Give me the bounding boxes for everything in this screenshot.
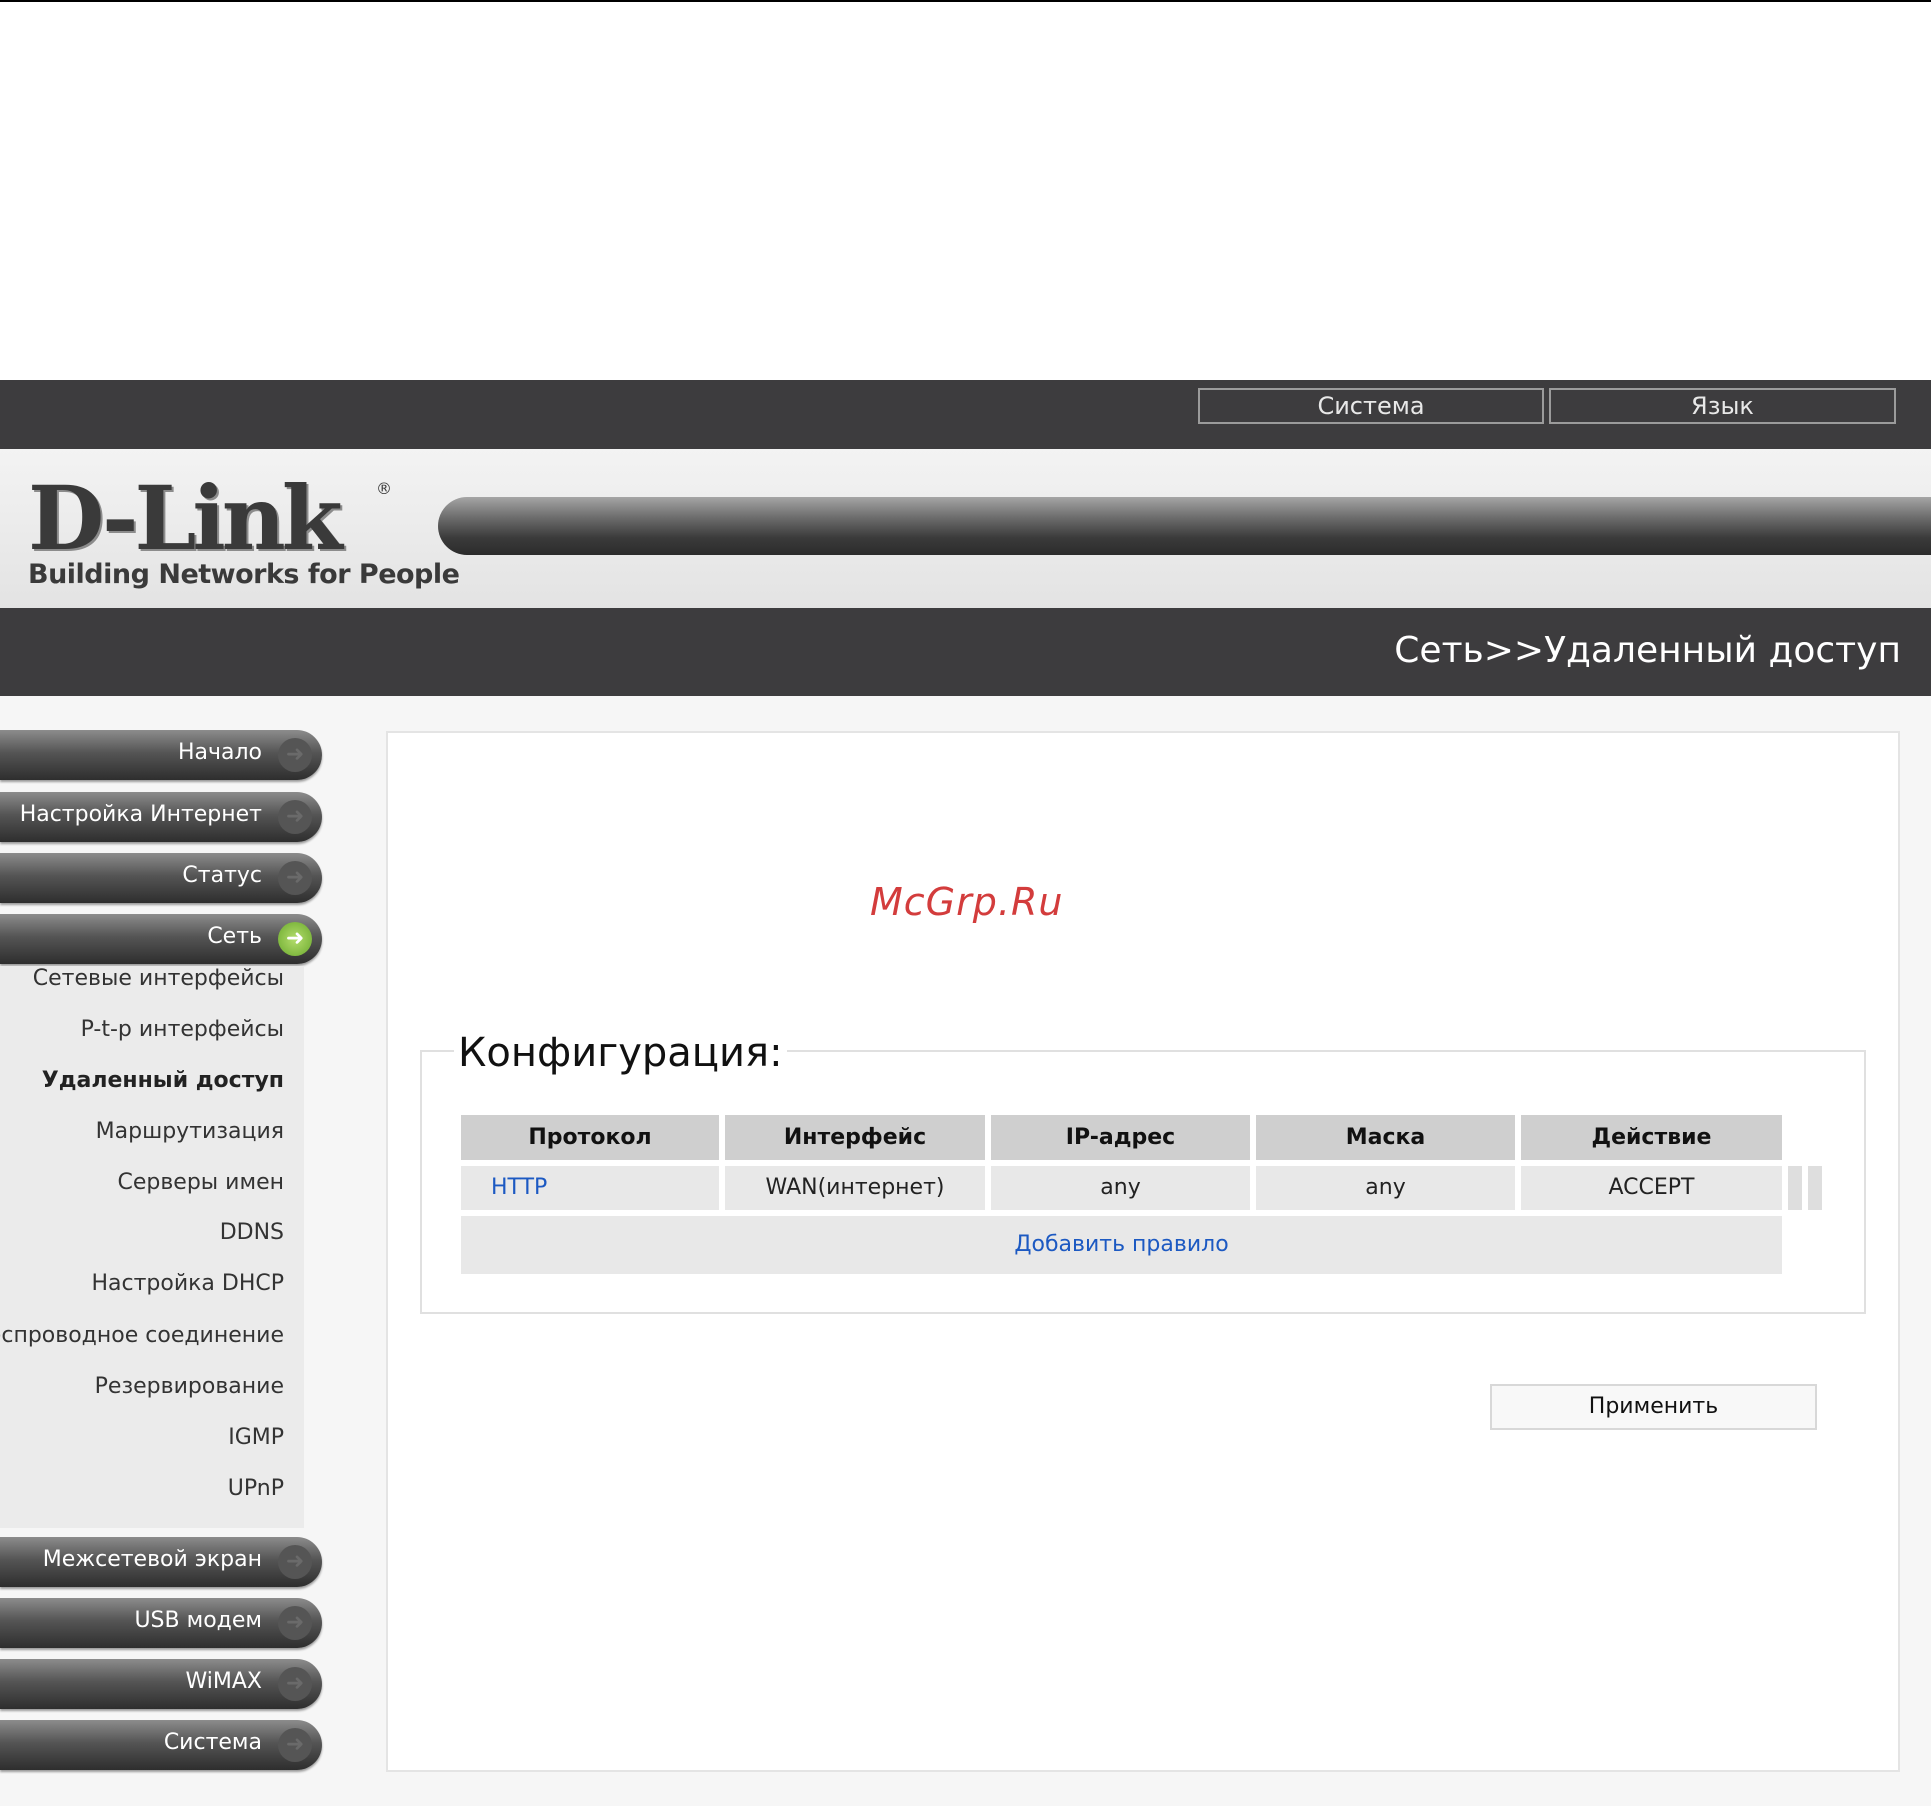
row-handle <box>1788 1166 1802 1210</box>
arrow-right-icon: ➜ <box>278 1667 312 1701</box>
submenu-item-igmp[interactable]: IGMP <box>228 1425 284 1450</box>
menu-item-label: Настройка Интернет <box>19 802 262 827</box>
watermark: McGrp.Ru <box>870 880 1064 924</box>
page-top-rule <box>0 0 1931 2</box>
submenu-item-network-interfaces[interactable]: Сетевые интерфейсы <box>33 966 284 991</box>
menu-item-label: WiMAX <box>185 1669 262 1694</box>
submenu-item-ddns[interactable]: DDNS <box>220 1220 284 1245</box>
breadcrumb-bar: Сеть>>Удаленный доступ <box>0 608 1931 696</box>
menu-item-label: Начало <box>177 740 262 765</box>
menu-item-label: Межсетевой экран <box>42 1547 262 1572</box>
top-bar: Система Язык <box>0 380 1931 449</box>
menu-item-wimax[interactable]: WiMAX ➜ <box>0 1659 322 1709</box>
arrow-right-icon: ➜ <box>278 1606 312 1640</box>
submenu-item-wireless[interactable]: Беспроводное соединение <box>0 1323 284 1348</box>
arrow-right-icon: ➜ <box>278 1545 312 1579</box>
submenu-item-name-servers[interactable]: Серверы имен <box>117 1170 284 1195</box>
rule-interface-cell: WAN(интернет) <box>725 1166 985 1210</box>
submenu-item-routing[interactable]: Маршрутизация <box>96 1119 284 1144</box>
menu-item-internet-setup[interactable]: Настройка Интернет ➜ <box>0 792 322 842</box>
column-header-interface: Интерфейс <box>725 1115 985 1160</box>
column-header-ip: IP-адрес <box>991 1115 1250 1160</box>
menu-item-network[interactable]: Сеть ➜ <box>0 914 322 964</box>
registered-mark: ® <box>376 479 392 498</box>
network-submenu: Сетевые интерфейсы P-t-p интерфейсы Удал… <box>0 966 304 1528</box>
system-top-button[interactable]: Система <box>1198 388 1544 424</box>
arrow-right-icon: ➜ <box>278 800 312 834</box>
menu-item-system[interactable]: Система ➜ <box>0 1720 322 1770</box>
arrow-right-icon: ➜ <box>278 738 312 772</box>
rule-ip-cell: any <box>991 1166 1250 1210</box>
menu-item-label: Сеть <box>207 924 262 949</box>
language-top-button[interactable]: Язык <box>1549 388 1896 424</box>
menu-item-label: Статус <box>182 863 262 888</box>
menu-item-home[interactable]: Начало ➜ <box>0 730 322 780</box>
logo-tagline: Building Networks for People <box>28 559 460 590</box>
submenu-item-backup[interactable]: Резервирование <box>95 1374 284 1399</box>
breadcrumb: Сеть>>Удаленный доступ <box>1394 630 1901 671</box>
decorative-header-bar <box>438 497 1931 555</box>
add-rule-link[interactable]: Добавить правило <box>461 1216 1782 1274</box>
rule-action-cell: ACCEPT <box>1521 1166 1782 1210</box>
row-handle <box>1808 1166 1822 1210</box>
add-rule-row: Добавить правило <box>461 1216 1782 1274</box>
arrow-right-icon: ➜ <box>278 861 312 895</box>
column-header-mask: Маска <box>1256 1115 1515 1160</box>
submenu-item-remote-access[interactable]: Удаленный доступ <box>42 1068 284 1093</box>
submenu-item-upnp[interactable]: UPnP <box>228 1476 284 1501</box>
arrow-right-icon: ➜ <box>278 1728 312 1762</box>
dlink-logo: D-Link <box>28 466 343 570</box>
logo-band: D-Link ® Building Networks for People <box>0 449 1931 608</box>
apply-button[interactable]: Применить <box>1490 1384 1817 1430</box>
menu-item-firewall[interactable]: Межсетевой экран ➜ <box>0 1537 322 1587</box>
submenu-item-dhcp[interactable]: Настройка DHCP <box>91 1271 284 1296</box>
submenu-item-ptp-interfaces[interactable]: P-t-p интерфейсы <box>81 1017 284 1042</box>
config-legend: Конфигурация: <box>454 1030 787 1076</box>
rule-mask-cell: any <box>1256 1166 1515 1210</box>
rule-protocol-link[interactable]: HTTP <box>461 1166 719 1210</box>
menu-item-label: Система <box>163 1730 262 1755</box>
menu-item-usb-modem[interactable]: USB модем ➜ <box>0 1598 322 1648</box>
menu-item-label: USB модем <box>134 1608 262 1633</box>
column-header-action: Действие <box>1521 1115 1782 1160</box>
arrow-right-active-icon: ➜ <box>278 922 312 956</box>
menu-item-status[interactable]: Статус ➜ <box>0 853 322 903</box>
column-header-protocol: Протокол <box>461 1115 719 1160</box>
